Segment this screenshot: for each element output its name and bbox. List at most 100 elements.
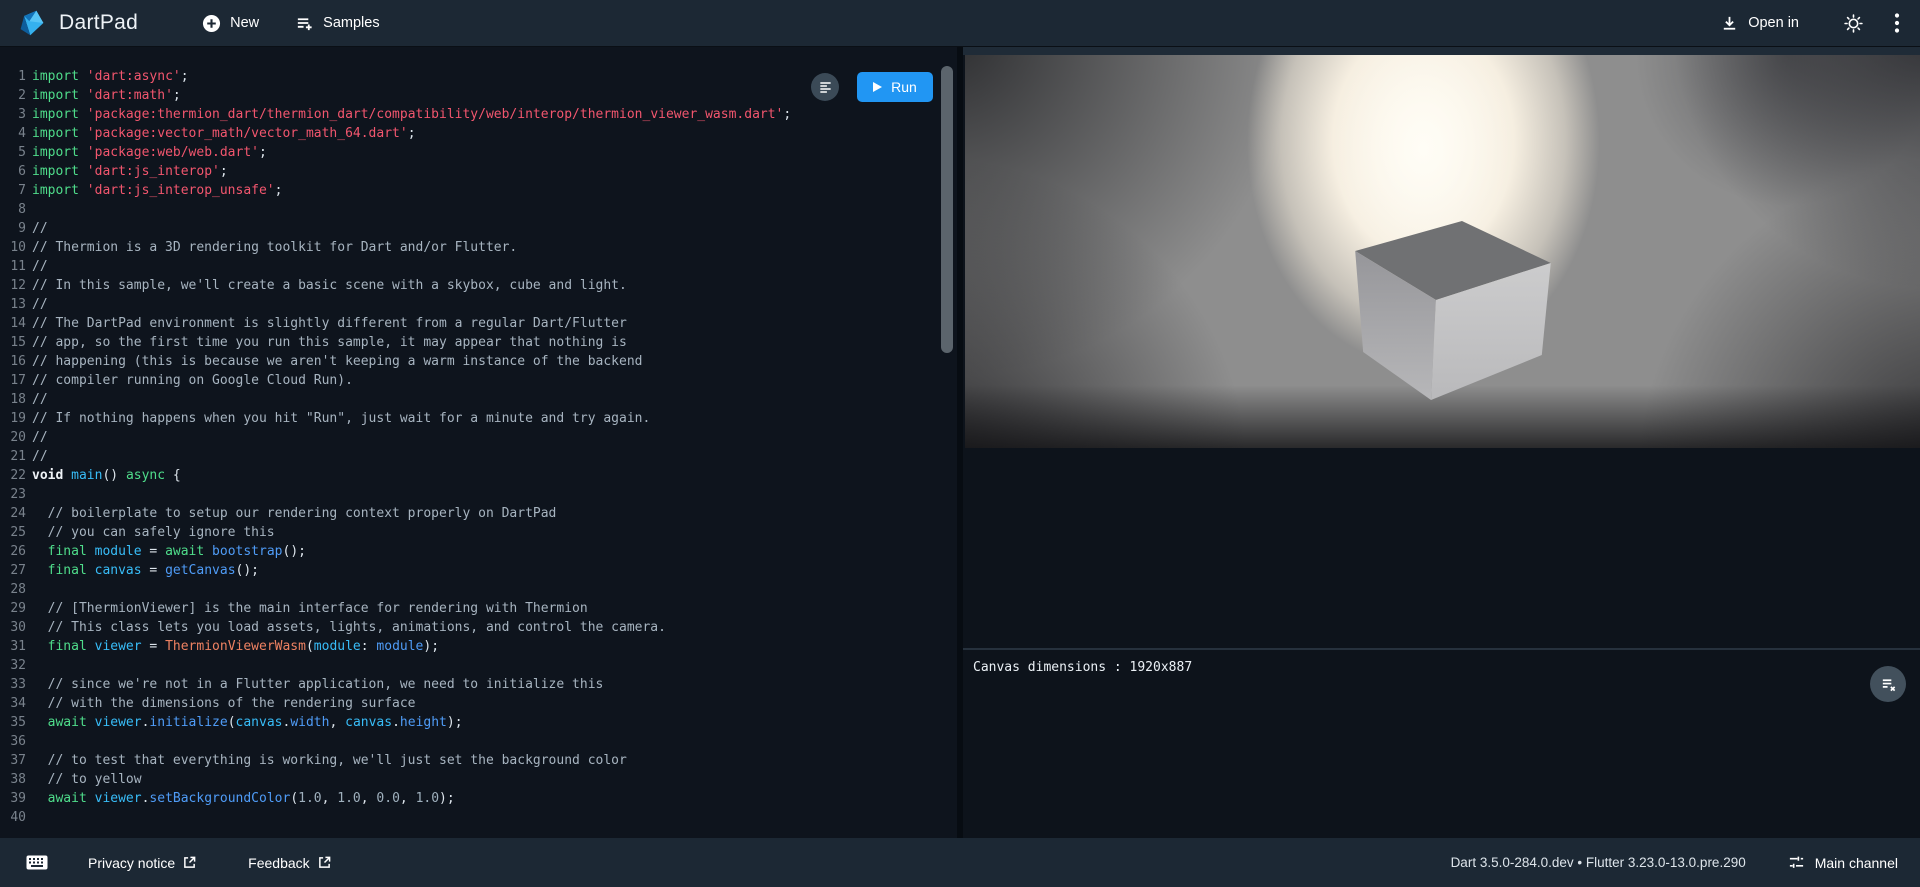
code-line: 15// app, so the first time you run this…	[0, 333, 957, 352]
line-number: 29	[0, 599, 26, 618]
open-in-new-icon	[318, 856, 331, 869]
line-number: 25	[0, 523, 26, 542]
code-line: 16// happening (this is because we aren'…	[0, 352, 957, 371]
line-number: 35	[0, 713, 26, 732]
line-number: 33	[0, 675, 26, 694]
line-number: 17	[0, 371, 26, 390]
code-line: 12// In this sample, we'll create a basi…	[0, 276, 957, 295]
code-line: 22void main() async {	[0, 466, 957, 485]
code-line: 8	[0, 200, 957, 219]
code-line: 19// If nothing happens when you hit "Ru…	[0, 409, 957, 428]
line-number: 7	[0, 181, 26, 200]
sdk-versions-text: Dart 3.5.0-284.0.dev • Flutter 3.23.0-13…	[1451, 855, 1746, 870]
line-number: 24	[0, 504, 26, 523]
line-number: 5	[0, 143, 26, 162]
theme-brightness-button[interactable]	[1843, 13, 1864, 34]
header-right-cluster: Open in	[1720, 12, 1900, 34]
privacy-notice-label: Privacy notice	[88, 855, 175, 871]
privacy-notice-link[interactable]: Privacy notice	[88, 855, 196, 871]
console-output-line: Canvas dimensions : 1920x887	[963, 650, 1920, 675]
code-line: 23	[0, 485, 957, 504]
line-number: 26	[0, 542, 26, 561]
app-title: DartPad	[59, 11, 138, 35]
open-in-button[interactable]: Open in	[1720, 14, 1799, 33]
console-output-area: Canvas dimensions : 1920x887	[963, 650, 1920, 838]
line-number: 3	[0, 105, 26, 124]
format-code-button[interactable]	[811, 73, 839, 101]
code-line: 7import 'dart:js_interop_unsafe';	[0, 181, 957, 200]
open-in-label: Open in	[1748, 15, 1799, 31]
line-number: 19	[0, 409, 26, 428]
line-number: 12	[0, 276, 26, 295]
keyboard-shortcuts-button[interactable]	[26, 855, 48, 870]
code-editor-pane[interactable]: 1import 'dart:async';2import 'dart:math'…	[0, 46, 957, 838]
line-number: 31	[0, 637, 26, 656]
overflow-menu-button[interactable]	[1894, 12, 1900, 34]
clear-console-button[interactable]	[1870, 666, 1906, 702]
line-number: 16	[0, 352, 26, 371]
footer-right-cluster: Dart 3.5.0-284.0.dev • Flutter 3.23.0-13…	[1451, 854, 1898, 871]
samples-button[interactable]: Samples	[295, 14, 379, 33]
code-line: 18//	[0, 390, 957, 409]
line-number: 8	[0, 200, 26, 219]
new-button[interactable]: New	[202, 14, 259, 33]
code-line: 3import 'package:thermion_dart/thermion_…	[0, 105, 957, 124]
line-number: 21	[0, 447, 26, 466]
line-number: 23	[0, 485, 26, 504]
code-line: 24 // boilerplate to setup our rendering…	[0, 504, 957, 523]
code-line: 5import 'package:web/web.dart';	[0, 143, 957, 162]
code-line: 13//	[0, 295, 957, 314]
line-number: 1	[0, 67, 26, 86]
line-number: 11	[0, 257, 26, 276]
code-line: 4import 'package:vector_math/vector_math…	[0, 124, 957, 143]
code-line: 21//	[0, 447, 957, 466]
footer-bar: Privacy notice Feedback Dart 3.5.0-284.0…	[0, 838, 1920, 887]
code-line: 10// Thermion is a 3D rendering toolkit …	[0, 238, 957, 257]
code-line: 38 // to yellow	[0, 770, 957, 789]
line-number: 13	[0, 295, 26, 314]
code-line: 39 await viewer.setBackgroundColor(1.0, …	[0, 789, 957, 808]
samples-button-label: Samples	[323, 15, 379, 31]
code-line: 30 // This class lets you load assets, l…	[0, 618, 957, 637]
code-line: 40	[0, 808, 957, 827]
line-number: 14	[0, 314, 26, 333]
feedback-link[interactable]: Feedback	[248, 855, 330, 871]
render-canvas-3d-viewport[interactable]	[965, 55, 1920, 448]
code-line: 9//	[0, 219, 957, 238]
run-button[interactable]: Run	[857, 72, 933, 102]
code-line: 28	[0, 580, 957, 599]
code-line: 25 // you can safely ignore this	[0, 523, 957, 542]
line-number: 40	[0, 808, 26, 827]
line-number: 36	[0, 732, 26, 751]
code-line: 20//	[0, 428, 957, 447]
line-number: 22	[0, 466, 26, 485]
editor-scrollbar-thumb[interactable]	[941, 66, 953, 353]
line-number: 27	[0, 561, 26, 580]
pane-divider[interactable]	[957, 46, 963, 838]
line-number: 10	[0, 238, 26, 257]
code-line: 29 // [ThermionViewer] is the main inter…	[0, 599, 957, 618]
new-button-label: New	[230, 15, 259, 31]
line-number: 2	[0, 86, 26, 105]
line-number: 30	[0, 618, 26, 637]
channel-selector-button[interactable]: Main channel	[1788, 854, 1898, 871]
output-panel-top-strip	[963, 46, 1920, 55]
download-icon	[1720, 14, 1739, 33]
line-number: 4	[0, 124, 26, 143]
add-circle-icon	[202, 14, 221, 33]
channel-label: Main channel	[1815, 855, 1898, 871]
code-line: 33 // since we're not in a Flutter appli…	[0, 675, 957, 694]
code-line: 34 // with the dimensions of the renderi…	[0, 694, 957, 713]
code-line: 37 // to test that everything is working…	[0, 751, 957, 770]
code-line: 6import 'dart:js_interop';	[0, 162, 957, 181]
code-line: 31 final viewer = ThermionViewerWasm(mod…	[0, 637, 957, 656]
code-line: 27 final canvas = getCanvas();	[0, 561, 957, 580]
code-line: 11//	[0, 257, 957, 276]
run-button-label: Run	[891, 79, 917, 95]
line-number: 15	[0, 333, 26, 352]
line-number: 9	[0, 219, 26, 238]
line-number: 32	[0, 656, 26, 675]
line-number: 34	[0, 694, 26, 713]
code-line: 14// The DartPad environment is slightly…	[0, 314, 957, 333]
code-line: 32	[0, 656, 957, 675]
